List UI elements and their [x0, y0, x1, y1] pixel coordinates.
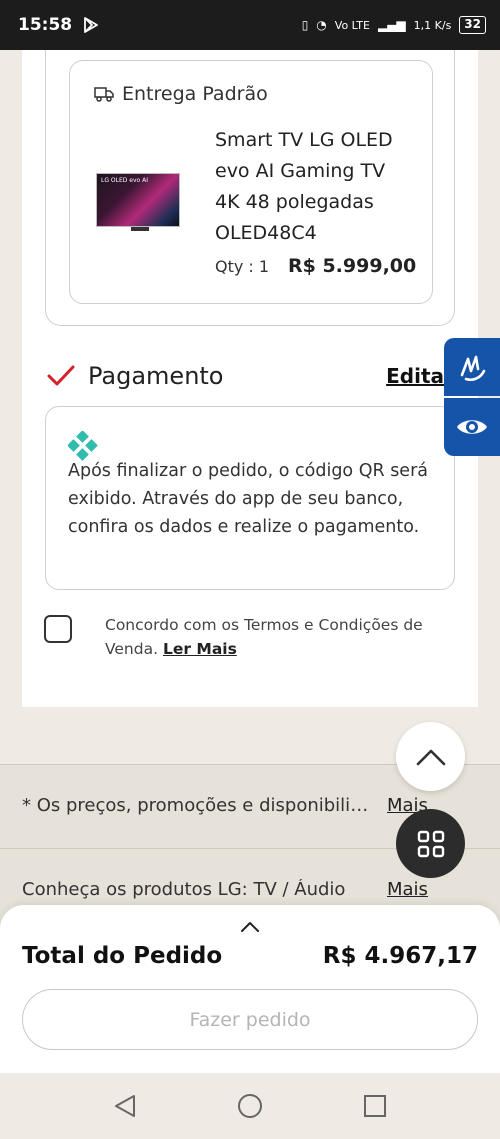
shipping-section: Entrega Padrão LG OLED evo AI Smart TV L… [45, 50, 455, 326]
menu-grid-button[interactable] [396, 809, 465, 878]
footer-disclaimer: * Os preços, promoções e disponibilidade [22, 795, 372, 816]
back-icon[interactable] [112, 1093, 138, 1119]
edit-payment-link[interactable]: Edita [386, 364, 444, 388]
product-image[interactable]: LG OLED evo AI [96, 173, 180, 231]
terms-text-block: Concordo com os Termos e Condições de Ve… [105, 613, 465, 661]
product-qty: Qty : 1 [215, 257, 270, 276]
home-icon[interactable] [237, 1093, 263, 1119]
recents-icon[interactable] [362, 1093, 388, 1119]
shipping-method: Entrega Padrão [94, 83, 268, 105]
signal-icon: ▂▄▆ [377, 18, 406, 32]
product-name[interactable]: Smart TV LG OLED evo AI Gaming TV 4K 48 … [215, 125, 415, 249]
system-nav-bar [0, 1073, 500, 1139]
chevron-up-icon [416, 749, 445, 765]
payment-header: Pagamento Edita [46, 358, 456, 394]
expand-sheet-icon[interactable] [240, 919, 260, 933]
order-total-label: Total do Pedido [22, 943, 223, 969]
checkout-card: Entrega Padrão LG OLED evo AI Smart TV L… [22, 50, 478, 707]
visual-accessibility-button[interactable] [444, 398, 500, 456]
product-price: R$ 5.999,00 [288, 255, 417, 277]
read-more-link[interactable]: Ler Mais [163, 640, 237, 658]
shipping-product-box: Entrega Padrão LG OLED evo AI Smart TV L… [69, 60, 433, 304]
shipping-method-label: Entrega Padrão [122, 83, 268, 105]
sign-language-button[interactable] [444, 338, 500, 396]
footer-products: Conheça os produtos LG: TV / Áudio [22, 879, 346, 900]
order-total-value: R$ 4.967,17 [322, 943, 478, 969]
payment-title: Pagamento [88, 362, 224, 390]
order-summary-sheet: Total do Pedido R$ 4.967,17 Fazer pedido [0, 905, 500, 1073]
pix-message: Após finalizar o pedido, o código QR ser… [68, 461, 428, 537]
scroll-to-top-button[interactable] [396, 722, 465, 791]
network-label: Vo LTE [334, 18, 370, 32]
status-bar: 15:58 ▯ ◔ Vo LTE ▂▄▆ 1,1 K/s 32 [0, 0, 500, 50]
pix-payment-box: Após finalizar o pedido, o código QR ser… [45, 406, 455, 590]
terms-text: Concordo com os Termos e Condições de Ve… [105, 616, 423, 658]
footer-products-more-link[interactable]: Mais [387, 879, 428, 900]
vibrate-icon: ▯ [301, 18, 309, 32]
wifi-icon: ◔ [316, 18, 327, 32]
product-image-label: LG OLED evo AI [101, 177, 148, 184]
speed-label: 1,1 K/s [413, 18, 452, 32]
battery-icon: 32 [459, 16, 486, 34]
eye-icon [457, 420, 487, 434]
place-order-button[interactable]: Fazer pedido [22, 989, 478, 1050]
sign-language-icon [460, 355, 486, 382]
play-store-icon [84, 17, 99, 33]
truck-icon [94, 87, 114, 102]
grid-icon [417, 830, 444, 857]
terms-checkbox[interactable] [44, 615, 72, 643]
status-time: 15:58 [18, 15, 73, 35]
check-icon [47, 365, 75, 386]
tv-stand [131, 227, 149, 231]
